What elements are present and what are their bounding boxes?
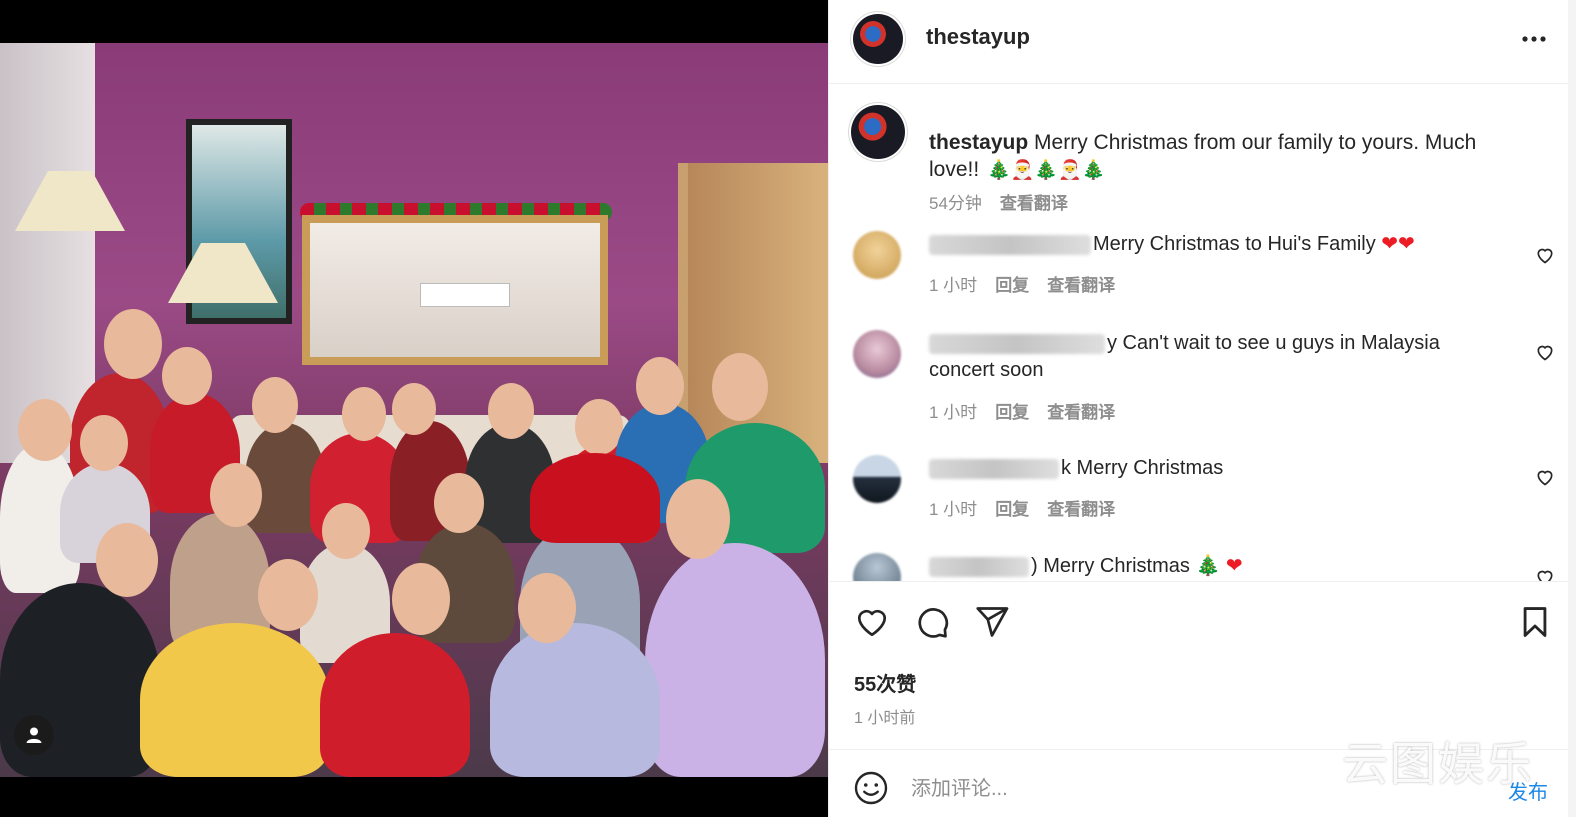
translate-link[interactable]: 查看翻译 <box>1047 398 1115 423</box>
comment-body: Merry Christmas to Hui's Family <box>1093 233 1376 255</box>
watermark-logo-text: 云图娱乐 <box>1342 737 1534 791</box>
post-actions: 55次赞 1 小时前 <box>829 581 1569 749</box>
comment-emojis: 🎄 ❤ <box>1195 555 1243 577</box>
post-panel: thestayup thestayup Merry Christmas from… <box>828 0 1576 817</box>
commenter-avatar[interactable] <box>853 231 901 279</box>
caption-meta: 54分钟 查看翻译 <box>929 189 1068 214</box>
commenter-avatar[interactable] <box>853 330 901 378</box>
comment-like-icon[interactable] <box>1535 567 1555 581</box>
blurred-username <box>929 556 1029 577</box>
family-photo[interactable] <box>0 43 828 777</box>
post-header: thestayup <box>829 0 1569 84</box>
photo-people <box>0 303 828 777</box>
caption-time: 54分钟 <box>929 194 982 213</box>
comment-meta: 1 小时 回复 查看翻译 <box>929 398 1115 423</box>
translate-link[interactable]: 查看翻译 <box>1047 495 1115 520</box>
comment-text: y Can't wait to see u guys in Malaysia c… <box>929 330 1489 384</box>
author-avatar[interactable] <box>853 14 903 64</box>
person-icon <box>26 727 42 743</box>
comment-time: 1 小时 <box>929 500 978 519</box>
paper-plane-icon <box>976 607 1009 637</box>
comment-time: 1 小时 <box>929 403 978 422</box>
reply-button[interactable]: 回复 <box>995 271 1029 296</box>
caption-avatar[interactable] <box>851 105 905 159</box>
post-timestamp: 1 小时前 <box>854 710 916 727</box>
comment-like-icon[interactable] <box>1535 342 1555 362</box>
comment-body: k Merry Christmas <box>1061 457 1224 479</box>
commenter-avatar[interactable] <box>853 455 901 503</box>
save-button[interactable] <box>1515 602 1555 642</box>
bookmark-icon <box>1523 607 1547 637</box>
watermark-sub-text: 发布 <box>1508 780 1548 804</box>
comment-emojis: ❤❤ <box>1381 233 1415 255</box>
blurred-username <box>929 234 1091 255</box>
comment-time: 1 小时 <box>929 276 978 295</box>
comment-like-icon[interactable] <box>1535 245 1555 265</box>
caption-emojis: 🎄🎅🎄🎅🎄 <box>987 160 1106 181</box>
commenter-avatar[interactable] <box>853 553 901 581</box>
caption-text: thestayup Merry Christmas from our famil… <box>929 129 1509 184</box>
reply-button[interactable]: 回复 <box>995 398 1029 423</box>
comment-text: Merry Christmas to Hui's Family ❤❤ <box>929 231 1489 258</box>
comment-text: k Merry Christmas <box>929 455 1489 482</box>
reply-button[interactable]: 回复 <box>995 495 1029 520</box>
smiley-icon <box>854 771 888 805</box>
comments-list[interactable]: thestayup Merry Christmas from our famil… <box>829 85 1569 581</box>
caption-translate-link[interactable]: 查看翻译 <box>1000 189 1068 214</box>
blurred-username <box>929 458 1059 479</box>
comment-button[interactable] <box>912 602 952 642</box>
comment-like-icon[interactable] <box>1535 467 1555 487</box>
tag-people-button[interactable] <box>14 715 54 755</box>
like-count[interactable]: 55次赞 <box>854 668 916 697</box>
post-media <box>0 0 828 817</box>
author-username[interactable]: thestayup <box>926 24 1030 50</box>
more-options-button[interactable] <box>1519 24 1549 54</box>
heart-icon <box>857 609 887 637</box>
blurred-username <box>929 333 1105 354</box>
caption-username[interactable]: thestayup <box>929 131 1028 154</box>
translate-link[interactable]: 查看翻译 <box>1047 271 1115 296</box>
comment-meta: 1 小时 回复 查看翻译 <box>929 271 1115 296</box>
comment-meta: 1 小时 回复 查看翻译 <box>929 495 1115 520</box>
comment-bubble-icon <box>918 608 949 638</box>
comment-text: ) Merry Christmas 🎄 ❤ <box>929 553 1489 580</box>
more-horizontal-icon <box>1522 36 1546 42</box>
comment-input[interactable] <box>911 774 1311 804</box>
like-button[interactable] <box>852 602 892 642</box>
comment-body: ) Merry Christmas <box>1031 555 1190 577</box>
emoji-picker-button[interactable] <box>853 770 889 806</box>
share-button[interactable] <box>972 602 1012 642</box>
page-scrollbar[interactable] <box>1568 0 1576 817</box>
